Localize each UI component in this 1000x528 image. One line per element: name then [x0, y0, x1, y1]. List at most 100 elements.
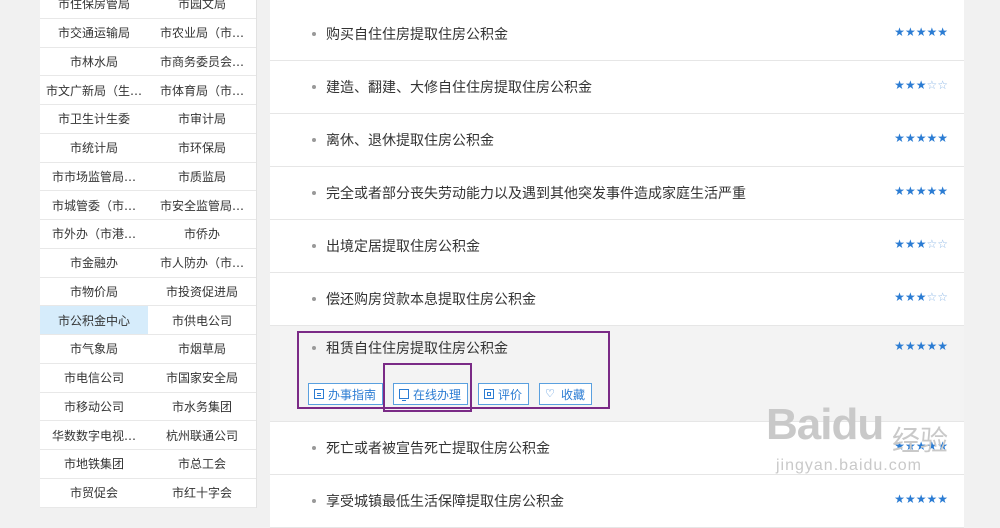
bullet-dot — [312, 446, 316, 450]
department-item[interactable]: 市移动公司 — [40, 393, 148, 422]
department-item[interactable]: 市质监局 — [148, 163, 256, 192]
department-item[interactable]: 杭州联通公司 — [148, 421, 256, 450]
service-item-row[interactable]: 出境定居提取住房公积金 ★★★☆☆ — [270, 220, 964, 273]
star-empty-icon: ☆ — [937, 290, 948, 304]
star-filled-icon: ★ — [894, 131, 905, 145]
star-filled-icon: ★ — [904, 492, 916, 506]
service-item-title[interactable]: 死亡或者被宣告死亡提取住房公积金 — [326, 438, 550, 458]
service-item-row[interactable]: 死亡或者被宣告死亡提取住房公积金 ★★★★★ — [270, 422, 964, 475]
service-item-row[interactable]: 完全或者部分丧失劳动能力以及遇到其他突发事件造成家庭生活严重 ★★★★★ — [270, 167, 964, 220]
star-filled-icon: ★ — [904, 184, 916, 198]
star-filled-icon: ★ — [937, 25, 948, 39]
star-filled-icon: ★ — [904, 131, 916, 145]
department-grid: 市住保房管局 市园文局 市交通运输局 市农业局（市… 市林水局 市商务委员会… 市文广新局（… — [40, 0, 257, 508]
service-item-row[interactable]: 购买自住住房提取住房公积金 ★★★★★ — [270, 0, 964, 61]
department-item[interactable]: 市红十字会 — [148, 479, 256, 508]
department-item[interactable]: 市外办（市港… — [40, 220, 148, 249]
star-filled-icon: ★ — [904, 237, 916, 251]
department-item[interactable]: 市地铁集团 — [40, 450, 148, 479]
department-item[interactable]: 市人防办（市… — [148, 249, 256, 278]
department-item[interactable]: 市公积金中心 — [40, 306, 148, 335]
star-filled-icon: ★ — [915, 25, 927, 39]
department-item[interactable]: 市园文局 — [148, 0, 256, 19]
monitor-icon — [399, 389, 410, 401]
star-rating: ★★★★★ — [894, 339, 948, 353]
department-item[interactable]: 市侨办 — [148, 220, 256, 249]
star-filled-icon: ★ — [915, 439, 927, 453]
department-item[interactable]: 华数数字电视… — [40, 421, 148, 450]
department-item[interactable]: 市水务集团 — [148, 393, 256, 422]
service-item-title[interactable]: 建造、翻建、大修自住住房提取住房公积金 — [326, 77, 592, 97]
star-filled-icon: ★ — [937, 492, 948, 506]
department-item[interactable]: 市统计局 — [40, 134, 148, 163]
department-item[interactable]: 市市场监管局… — [40, 163, 148, 192]
department-item[interactable]: 市电信公司 — [40, 364, 148, 393]
star-filled-icon: ★ — [894, 439, 905, 453]
star-rating: ★★★☆☆ — [894, 237, 948, 251]
service-item-row[interactable]: 偿还购房贷款本息提取住房公积金 ★★★☆☆ — [270, 273, 964, 326]
service-item-row[interactable]: 离休、退休提取住房公积金 ★★★★★ — [270, 114, 964, 167]
review-button[interactable]: 评价 — [478, 383, 530, 405]
star-empty-icon: ☆ — [926, 290, 938, 304]
department-item[interactable]: 市气象局 — [40, 335, 148, 364]
department-item[interactable]: 市烟草局 — [148, 335, 256, 364]
star-rating: ★★★★★ — [894, 184, 948, 198]
department-item[interactable]: 市交通运输局 — [40, 19, 148, 48]
star-filled-icon: ★ — [894, 339, 905, 353]
department-item[interactable]: 市卫生计生委 — [40, 105, 148, 134]
department-item[interactable]: 市总工会 — [148, 450, 256, 479]
item-actions: 办事指南 在线办理 评价 ♡ 收藏 — [308, 383, 602, 405]
star-filled-icon: ★ — [926, 492, 938, 506]
star-filled-icon: ★ — [915, 339, 927, 353]
department-item[interactable]: 市贸促会 — [40, 479, 148, 508]
star-filled-icon: ★ — [894, 290, 905, 304]
star-filled-icon: ★ — [894, 237, 905, 251]
service-item-title[interactable]: 偿还购房贷款本息提取住房公积金 — [326, 289, 536, 309]
department-item[interactable]: 市安全监管局… — [148, 191, 256, 220]
department-item[interactable]: 市审计局 — [148, 105, 256, 134]
department-item[interactable]: 市金融办 — [40, 249, 148, 278]
service-item-title[interactable]: 离休、退休提取住房公积金 — [326, 130, 494, 150]
star-filled-icon: ★ — [937, 184, 948, 198]
department-item[interactable]: 市农业局（市… — [148, 19, 256, 48]
department-item[interactable]: 市商务委员会… — [148, 48, 256, 77]
star-filled-icon: ★ — [915, 131, 927, 145]
service-item-row[interactable]: 建造、翻建、大修自住住房提取住房公积金 ★★★☆☆ — [270, 61, 964, 114]
department-item[interactable]: 市体育局（市… — [148, 76, 256, 105]
star-filled-icon: ★ — [926, 439, 938, 453]
star-filled-icon: ★ — [926, 339, 938, 353]
guide-button[interactable]: 办事指南 — [308, 383, 384, 405]
star-filled-icon: ★ — [937, 131, 948, 145]
star-filled-icon: ★ — [926, 25, 938, 39]
service-item-title[interactable]: 出境定居提取住房公积金 — [326, 236, 480, 256]
star-filled-icon: ★ — [894, 25, 905, 39]
department-item[interactable]: 市林水局 — [40, 48, 148, 77]
star-filled-icon: ★ — [894, 492, 905, 506]
service-item-title[interactable]: 完全或者部分丧失劳动能力以及遇到其他突发事件造成家庭生活严重 — [326, 183, 746, 203]
department-item[interactable]: 市物价局 — [40, 278, 148, 307]
star-filled-icon: ★ — [926, 184, 938, 198]
department-item[interactable]: 市文广新局（生… — [40, 76, 148, 105]
star-filled-icon: ★ — [937, 439, 948, 453]
department-item[interactable]: 市供电公司 — [148, 306, 256, 335]
department-item[interactable]: 市国家安全局 — [148, 364, 256, 393]
online-handle-button-label: 在线办理 — [413, 387, 462, 402]
star-filled-icon: ★ — [915, 290, 927, 304]
service-item-title[interactable]: 租赁自住住房提取住房公积金 — [326, 338, 508, 358]
service-item-row[interactable]: 租赁自住住房提取住房公积金 ★★★★★ 办事指南 在线办理 评价 ♡ 收藏 — [270, 326, 964, 422]
online-handle-button[interactable]: 在线办理 — [393, 383, 469, 405]
bullet-dot — [312, 138, 316, 142]
department-item[interactable]: 市投资促进局 — [148, 278, 256, 307]
star-rating: ★★★★★ — [894, 439, 948, 453]
service-item-row[interactable]: 享受城镇最低生活保障提取住房公积金 ★★★★★ — [270, 475, 964, 528]
review-icon — [484, 389, 495, 399]
review-button-label: 评价 — [498, 387, 523, 402]
department-item[interactable]: 市住保房管局 — [40, 0, 148, 19]
department-item[interactable]: 市环保局 — [148, 134, 256, 163]
star-filled-icon: ★ — [915, 184, 927, 198]
service-item-title[interactable]: 享受城镇最低生活保障提取住房公积金 — [326, 491, 564, 511]
favorite-button[interactable]: ♡ 收藏 — [539, 383, 593, 405]
service-item-list: 购买自住住房提取住房公积金 ★★★★★ 建造、翻建、大修自住住房提取住房公积金 ★★★… — [270, 0, 964, 528]
department-item[interactable]: 市城管委（市… — [40, 191, 148, 220]
service-item-title[interactable]: 购买自住住房提取住房公积金 — [326, 24, 508, 44]
